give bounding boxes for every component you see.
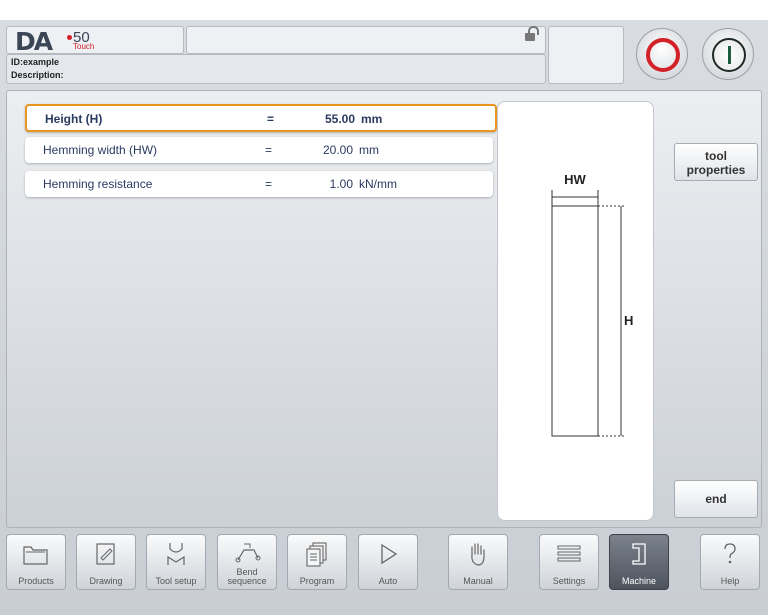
- tool-properties-label-2: properties: [686, 163, 746, 177]
- pages-icon: [306, 542, 327, 567]
- param-label: Height (H): [45, 112, 103, 126]
- nav-auto[interactable]: Auto: [358, 534, 418, 590]
- param-label: Hemming resistance: [43, 177, 153, 191]
- hw-label: HW: [564, 172, 586, 187]
- param-row-hemming-width[interactable]: Hemming width (HW) = 20.00 mm: [25, 137, 493, 163]
- nav-label: Help: [720, 576, 740, 586]
- hemming-tool-diagram: HW H: [551, 172, 633, 437]
- unlock-icon[interactable]: [525, 26, 539, 41]
- param-row-height[interactable]: Height (H) = 55.00 mm: [25, 104, 497, 132]
- logo-brand: DA: [15, 27, 53, 56]
- folder-icon: [23, 546, 48, 565]
- param-equals: =: [265, 177, 273, 191]
- main-panel: Height (H) = 55.00 mm Hemming width (HW)…: [6, 90, 762, 528]
- nav-label: Program: [299, 576, 335, 586]
- play-icon: [381, 543, 398, 565]
- nav-program[interactable]: Program: [287, 534, 347, 590]
- hand-icon: [471, 543, 485, 566]
- nav-bend-sequence[interactable]: Bend sequence: [217, 534, 277, 590]
- nav-manual[interactable]: Manual: [448, 534, 508, 590]
- tool-drawing: HW H: [497, 101, 654, 521]
- start-icon: [712, 38, 746, 72]
- nav-help[interactable]: Help: [700, 534, 760, 590]
- param-unit: mm: [361, 112, 383, 126]
- param-value[interactable]: 20.00: [297, 143, 353, 157]
- param-equals: =: [267, 112, 275, 126]
- product-description: Description:: [11, 70, 64, 80]
- nav-settings[interactable]: Settings: [539, 534, 599, 590]
- bottom-nav: Products Drawing Tool setup Bend sequenc…: [6, 534, 760, 592]
- nav-label: Settings: [552, 576, 586, 586]
- stop-icon: [646, 38, 680, 72]
- nav-label: Auto: [378, 576, 398, 586]
- status-bar: [186, 26, 546, 54]
- nav-label: Products: [18, 576, 54, 586]
- nav-label-2: sequence: [227, 576, 267, 586]
- tool-body: [551, 205, 599, 437]
- h-label: H: [624, 313, 633, 328]
- tool-properties-label-1: tool: [705, 149, 727, 163]
- list-icon: [557, 545, 581, 562]
- param-equals: =: [265, 143, 273, 157]
- logo: DA 50 Touch: [6, 26, 184, 56]
- param-value[interactable]: 55.00: [299, 112, 355, 126]
- param-unit: kN/mm: [359, 177, 397, 191]
- product-id: ID:example: [11, 57, 60, 67]
- tool-properties-button[interactable]: tool properties: [674, 143, 758, 181]
- nav-label: Tool setup: [155, 576, 197, 586]
- param-unit: mm: [359, 143, 379, 157]
- header-box: [548, 26, 624, 84]
- nav-label: Machine: [621, 576, 657, 586]
- nav-machine[interactable]: Machine: [609, 534, 669, 590]
- question-icon: [724, 543, 736, 564]
- nav-products[interactable]: Products: [6, 534, 66, 590]
- nav-tool-setup[interactable]: Tool setup: [146, 534, 206, 590]
- start-button[interactable]: [702, 28, 754, 80]
- machine-icon: [632, 543, 646, 565]
- param-row-hemming-resistance[interactable]: Hemming resistance = 1.00 kN/mm: [25, 171, 493, 197]
- end-button[interactable]: end: [674, 480, 758, 518]
- stop-button[interactable]: [636, 28, 688, 80]
- nav-label: Manual: [463, 576, 493, 586]
- bend-sequence-icon: [235, 543, 261, 563]
- nav-label: Drawing: [89, 576, 123, 586]
- tool-setup-icon: [167, 543, 185, 565]
- param-label: Hemming width (HW): [43, 143, 158, 157]
- param-value[interactable]: 1.00: [297, 177, 353, 191]
- logo-sub: Touch: [73, 42, 95, 51]
- product-info: ID:example Description:: [6, 54, 546, 84]
- nav-drawing[interactable]: Drawing: [76, 534, 136, 590]
- pencil-icon: [96, 543, 115, 565]
